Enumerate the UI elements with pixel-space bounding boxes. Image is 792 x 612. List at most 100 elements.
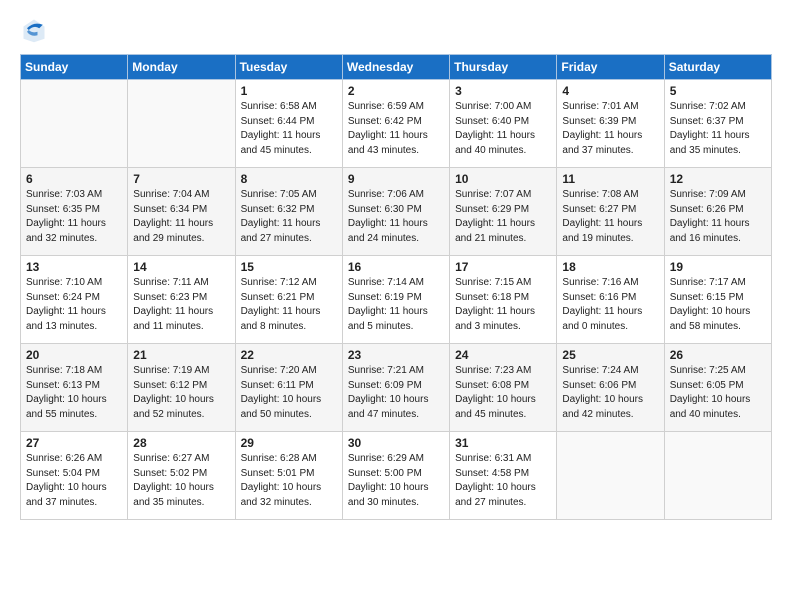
- day-header-friday: Friday: [557, 55, 664, 80]
- day-info: Sunrise: 7:16 AM Sunset: 6:16 PM Dayligh…: [562, 276, 658, 334]
- calendar-cell: 22 Sunrise: 7:20 AM Sunset: 6:11 PM Dayli…: [235, 344, 342, 432]
- day-number: 9: [348, 172, 444, 186]
- calendar-cell: 13Sunrise: 7:10 AM Sunset: 6:24 PM Dayli…: [21, 256, 128, 344]
- calendar-cell: 17Sunrise: 7:15 AM Sunset: 6:18 PM Dayli…: [450, 256, 557, 344]
- day-info: Sunrise: 7:17 AM Sunset: 6:15 PM Dayligh…: [670, 276, 766, 334]
- day-info: Sunrise: 6:59 AM Sunset: 6:42 PM Dayligh…: [348, 100, 444, 158]
- calendar-cell: 2Sunrise: 6:59 AM Sunset: 6:42 PM Daylig…: [342, 80, 449, 168]
- calendar-cell: 20 Sunrise: 7:18 AM Sunset: 6:13 PM Dayli…: [21, 344, 128, 432]
- day-number: 26: [670, 348, 766, 362]
- day-number: 3: [455, 84, 551, 98]
- day-number: 28: [133, 436, 229, 450]
- day-number: 10: [455, 172, 551, 186]
- calendar: SundayMondayTuesdayWednesdayThursdayFrid…: [20, 54, 772, 520]
- day-info: Sunrise: 7:06 AM Sunset: 6:30 PM Dayligh…: [348, 188, 444, 246]
- day-info: Sunrise: 6:28 AM Sunset: 5:01 PM Dayligh…: [241, 452, 337, 510]
- calendar-cell: 27 Sunrise: 6:26 AM Sunset: 5:04 PM Dayli…: [21, 432, 128, 520]
- day-info: Sunrise: 7:19 AM Sunset: 6:12 PM Dayligh…: [133, 364, 229, 422]
- day-number: 14: [133, 260, 229, 274]
- calendar-cell: 8 Sunrise: 7:05 AM Sunset: 6:32 PM Daylig…: [235, 168, 342, 256]
- calendar-cell: 16 Sunrise: 7:14 AM Sunset: 6:19 PM Dayli…: [342, 256, 449, 344]
- calendar-cell: 21 Sunrise: 7:19 AM Sunset: 6:12 PM Dayli…: [128, 344, 235, 432]
- calendar-week-4: 20 Sunrise: 7:18 AM Sunset: 6:13 PM Dayli…: [21, 344, 772, 432]
- calendar-cell: 4 Sunrise: 7:01 AM Sunset: 6:39 PM Daylig…: [557, 80, 664, 168]
- day-number: 8: [241, 172, 337, 186]
- day-number: 29: [241, 436, 337, 450]
- calendar-cell: [664, 432, 771, 520]
- day-header-monday: Monday: [128, 55, 235, 80]
- day-info: Sunrise: 7:09 AM Sunset: 6:26 PM Dayligh…: [670, 188, 766, 246]
- day-number: 27: [26, 436, 122, 450]
- day-info: Sunrise: 6:29 AM Sunset: 5:00 PM Dayligh…: [348, 452, 444, 510]
- day-number: 12: [670, 172, 766, 186]
- calendar-cell: 31 Sunrise: 6:31 AM Sunset: 4:58 PM Dayli…: [450, 432, 557, 520]
- calendar-cell: 5 Sunrise: 7:02 AM Sunset: 6:37 PM Daylig…: [664, 80, 771, 168]
- day-info: Sunrise: 7:01 AM Sunset: 6:39 PM Dayligh…: [562, 100, 658, 158]
- day-number: 30: [348, 436, 444, 450]
- day-number: 6: [26, 172, 122, 186]
- day-info: Sunrise: 6:58 AM Sunset: 6:44 PM Dayligh…: [241, 100, 337, 158]
- calendar-cell: 9 Sunrise: 7:06 AM Sunset: 6:30 PM Daylig…: [342, 168, 449, 256]
- day-info: Sunrise: 7:07 AM Sunset: 6:29 PM Dayligh…: [455, 188, 551, 246]
- calendar-week-3: 13Sunrise: 7:10 AM Sunset: 6:24 PM Dayli…: [21, 256, 772, 344]
- calendar-cell: [557, 432, 664, 520]
- day-number: 1: [241, 84, 337, 98]
- day-info: Sunrise: 6:31 AM Sunset: 4:58 PM Dayligh…: [455, 452, 551, 510]
- day-info: Sunrise: 7:00 AM Sunset: 6:40 PM Dayligh…: [455, 100, 551, 158]
- day-info: Sunrise: 7:23 AM Sunset: 6:08 PM Dayligh…: [455, 364, 551, 422]
- day-info: Sunrise: 7:05 AM Sunset: 6:32 PM Dayligh…: [241, 188, 337, 246]
- day-number: 18: [562, 260, 658, 274]
- day-info: Sunrise: 7:14 AM Sunset: 6:19 PM Dayligh…: [348, 276, 444, 334]
- day-info: Sunrise: 7:08 AM Sunset: 6:27 PM Dayligh…: [562, 188, 658, 246]
- day-info: Sunrise: 6:26 AM Sunset: 5:04 PM Dayligh…: [26, 452, 122, 510]
- calendar-cell: 28 Sunrise: 6:27 AM Sunset: 5:02 PM Dayli…: [128, 432, 235, 520]
- day-header-saturday: Saturday: [664, 55, 771, 80]
- calendar-cell: 18 Sunrise: 7:16 AM Sunset: 6:16 PM Dayli…: [557, 256, 664, 344]
- day-header-thursday: Thursday: [450, 55, 557, 80]
- day-info: Sunrise: 7:02 AM Sunset: 6:37 PM Dayligh…: [670, 100, 766, 158]
- day-info: Sunrise: 7:10 AM Sunset: 6:24 PM Dayligh…: [26, 276, 122, 334]
- day-info: Sunrise: 7:21 AM Sunset: 6:09 PM Dayligh…: [348, 364, 444, 422]
- day-number: 21: [133, 348, 229, 362]
- day-info: Sunrise: 7:25 AM Sunset: 6:05 PM Dayligh…: [670, 364, 766, 422]
- header: [20, 16, 772, 44]
- day-info: Sunrise: 7:03 AM Sunset: 6:35 PM Dayligh…: [26, 188, 122, 246]
- calendar-cell: 26 Sunrise: 7:25 AM Sunset: 6:05 PM Dayli…: [664, 344, 771, 432]
- calendar-cell: [21, 80, 128, 168]
- calendar-cell: [128, 80, 235, 168]
- calendar-header-row: SundayMondayTuesdayWednesdayThursdayFrid…: [21, 55, 772, 80]
- day-number: 20: [26, 348, 122, 362]
- page: SundayMondayTuesdayWednesdayThursdayFrid…: [0, 0, 792, 536]
- calendar-cell: 23Sunrise: 7:21 AM Sunset: 6:09 PM Dayli…: [342, 344, 449, 432]
- day-header-sunday: Sunday: [21, 55, 128, 80]
- calendar-cell: 29 Sunrise: 6:28 AM Sunset: 5:01 PM Dayli…: [235, 432, 342, 520]
- logo: [20, 16, 52, 44]
- day-info: Sunrise: 7:20 AM Sunset: 6:11 PM Dayligh…: [241, 364, 337, 422]
- day-number: 31: [455, 436, 551, 450]
- day-number: 5: [670, 84, 766, 98]
- day-number: 11: [562, 172, 658, 186]
- day-info: Sunrise: 7:24 AM Sunset: 6:06 PM Dayligh…: [562, 364, 658, 422]
- day-header-tuesday: Tuesday: [235, 55, 342, 80]
- calendar-cell: 19 Sunrise: 7:17 AM Sunset: 6:15 PM Dayli…: [664, 256, 771, 344]
- day-number: 4: [562, 84, 658, 98]
- day-number: 19: [670, 260, 766, 274]
- day-info: Sunrise: 6:27 AM Sunset: 5:02 PM Dayligh…: [133, 452, 229, 510]
- calendar-week-5: 27 Sunrise: 6:26 AM Sunset: 5:04 PM Dayli…: [21, 432, 772, 520]
- calendar-week-1: 1 Sunrise: 6:58 AM Sunset: 6:44 PM Daylig…: [21, 80, 772, 168]
- day-number: 22: [241, 348, 337, 362]
- logo-icon: [20, 16, 48, 44]
- day-number: 16: [348, 260, 444, 274]
- calendar-cell: 3 Sunrise: 7:00 AM Sunset: 6:40 PM Daylig…: [450, 80, 557, 168]
- calendar-cell: 1 Sunrise: 6:58 AM Sunset: 6:44 PM Daylig…: [235, 80, 342, 168]
- day-number: 25: [562, 348, 658, 362]
- day-info: Sunrise: 7:12 AM Sunset: 6:21 PM Dayligh…: [241, 276, 337, 334]
- calendar-cell: 10 Sunrise: 7:07 AM Sunset: 6:29 PM Dayli…: [450, 168, 557, 256]
- calendar-cell: 6 Sunrise: 7:03 AM Sunset: 6:35 PM Daylig…: [21, 168, 128, 256]
- calendar-cell: 15Sunrise: 7:12 AM Sunset: 6:21 PM Dayli…: [235, 256, 342, 344]
- calendar-week-2: 6 Sunrise: 7:03 AM Sunset: 6:35 PM Daylig…: [21, 168, 772, 256]
- calendar-cell: 11 Sunrise: 7:08 AM Sunset: 6:27 PM Dayli…: [557, 168, 664, 256]
- day-number: 7: [133, 172, 229, 186]
- day-info: Sunrise: 7:18 AM Sunset: 6:13 PM Dayligh…: [26, 364, 122, 422]
- day-number: 24: [455, 348, 551, 362]
